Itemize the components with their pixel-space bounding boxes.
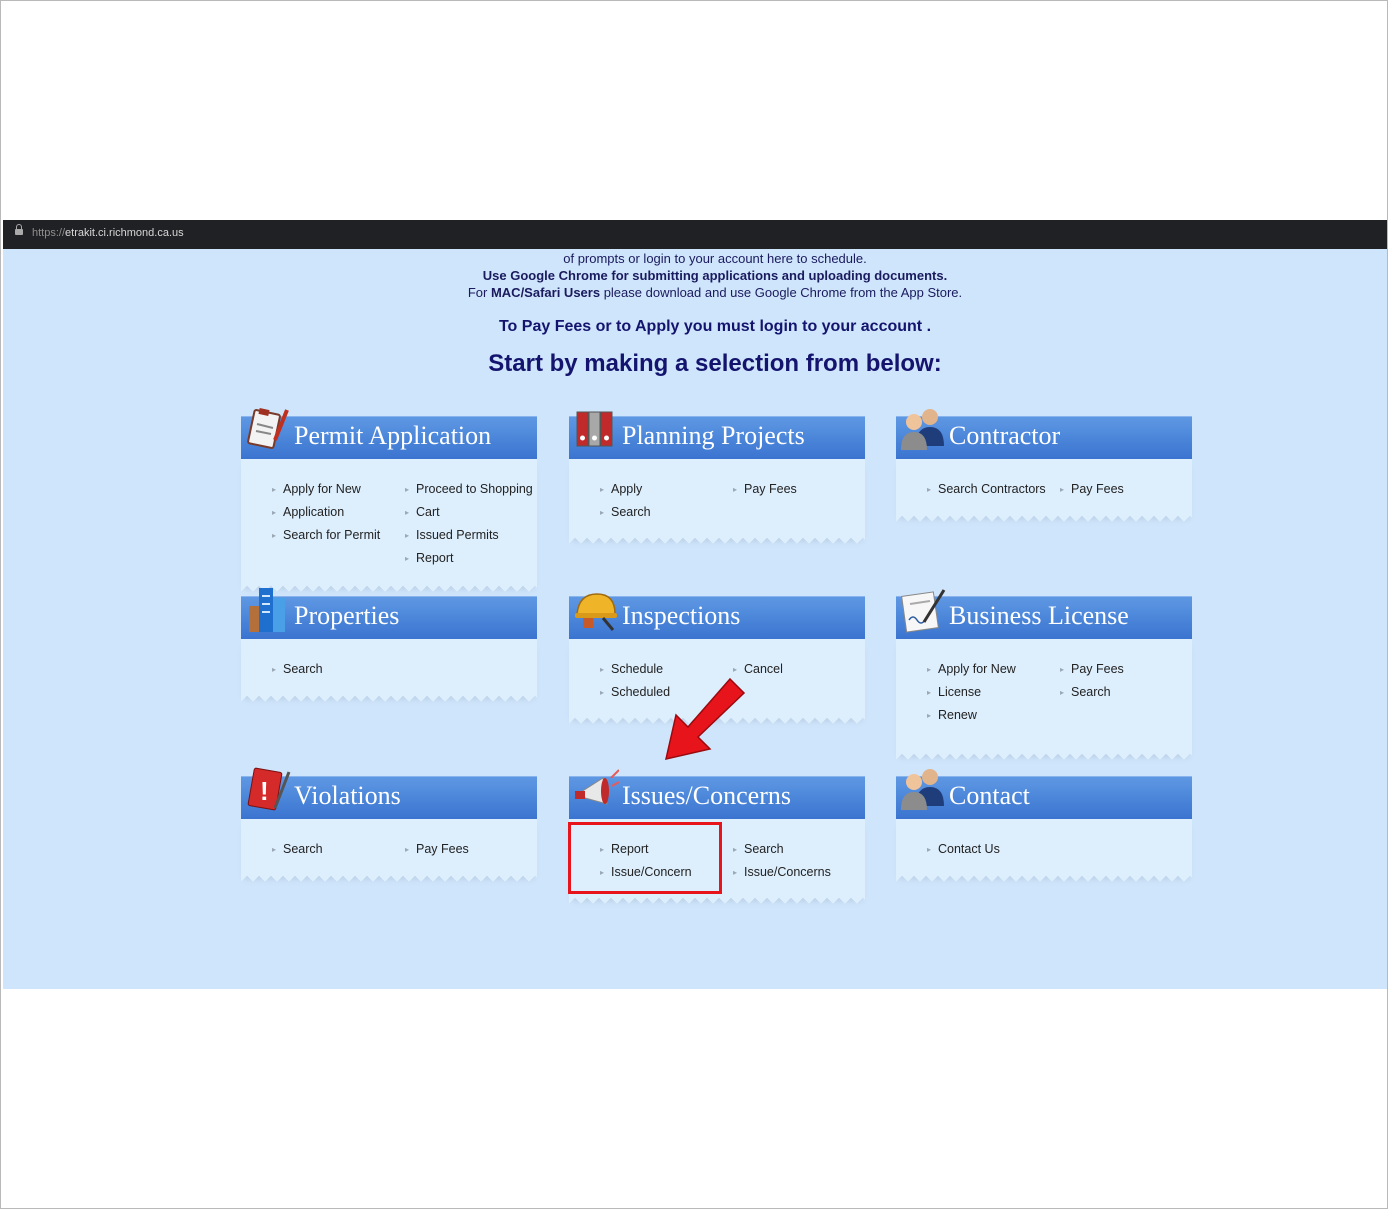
megaphone-icon xyxy=(575,769,619,805)
license-document-icon xyxy=(901,589,946,633)
address-url[interactable]: https://etrakit.ci.richmond.ca.us xyxy=(32,227,184,239)
pointer-arrow-icon xyxy=(665,677,746,760)
link-search-contractors[interactable]: Search Contractors xyxy=(927,478,1046,501)
link-renew[interactable]: Renew xyxy=(927,704,977,727)
link-proceed-shopping-cart-2[interactable]: Cart xyxy=(405,501,439,524)
link-apply-new-application[interactable]: Apply for New xyxy=(272,478,361,501)
link-pay-fees[interactable]: Pay Fees xyxy=(733,478,797,501)
browser-screenshot: https://etrakit.ci.richmond.ca.us of pro… xyxy=(3,220,1387,989)
notice-prefix: For xyxy=(467,285,491,300)
link-apply-new-application-2[interactable]: Application xyxy=(272,501,344,524)
link-search-issue-concerns[interactable]: Search xyxy=(733,838,784,861)
warning-notebook-icon: ! xyxy=(247,767,291,811)
card-title[interactable]: Properties xyxy=(294,601,399,631)
card-title[interactable]: Permit Application xyxy=(294,421,491,451)
card-title[interactable]: Inspections xyxy=(622,601,740,631)
people-icon xyxy=(901,769,944,810)
link-search-permit[interactable]: Search for Permit xyxy=(272,524,380,547)
hardhat-icon xyxy=(575,593,617,631)
lock-icon xyxy=(15,224,23,235)
link-search[interactable]: Search xyxy=(1060,681,1111,704)
link-issued-permits-report[interactable]: Issued Permits xyxy=(405,524,499,547)
url-scheme: https:// xyxy=(32,227,66,239)
page-headline: Start by making a selection from below: xyxy=(488,350,942,377)
notice-chrome: Use Google Chrome for submitting applica… xyxy=(482,268,948,283)
card-title[interactable]: Contact xyxy=(949,781,1030,811)
link-pay-fees[interactable]: Pay Fees xyxy=(1060,478,1124,501)
notice-bold: MAC/Safari Users xyxy=(490,285,601,300)
link-cancel[interactable]: Cancel xyxy=(733,658,783,681)
card-body: Apply for New Application Proceed to Sho… xyxy=(241,458,537,592)
highlight-box xyxy=(568,822,722,894)
link-search[interactable]: Search xyxy=(272,838,323,861)
login-message: To Pay Fees or to Apply you must login t… xyxy=(498,318,932,335)
buildings-icon xyxy=(249,588,285,632)
link-issued-permits-report-2[interactable]: Report xyxy=(405,547,453,570)
people-icon xyxy=(901,409,944,450)
link-search-issue-concerns-2[interactable]: Issue/Concerns xyxy=(733,861,831,884)
link-schedule[interactable]: Schedule xyxy=(600,658,663,681)
url-host: etrakit.ci.richmond.ca.us xyxy=(65,227,184,239)
link-search[interactable]: Search xyxy=(272,658,323,681)
link-proceed-shopping-cart[interactable]: Proceed to Shopping xyxy=(405,478,533,501)
link-pay-fees[interactable]: Pay Fees xyxy=(405,838,469,861)
card-title[interactable]: Violations xyxy=(294,781,401,811)
link-apply[interactable]: Apply xyxy=(600,478,642,501)
link-pay-fees[interactable]: Pay Fees xyxy=(1060,658,1124,681)
card-body: Apply Pay Fees Search xyxy=(569,458,865,544)
card-body: Search Pay Fees xyxy=(241,818,537,882)
card-body: Apply for New License Pay Fees Search Re… xyxy=(896,638,1192,760)
binders-icon xyxy=(576,411,613,447)
clipboard-icon xyxy=(247,408,289,449)
card-body: Contact Us xyxy=(896,818,1192,882)
notice-suffix: please download and use Google Chrome fr… xyxy=(600,285,963,300)
card-title[interactable]: Planning Projects xyxy=(622,421,805,451)
link-contact-us[interactable]: Contact Us xyxy=(927,838,1000,861)
card-title[interactable]: Contractor xyxy=(949,421,1060,451)
card-title[interactable]: Issues/Concerns xyxy=(622,781,791,811)
svg-text:!: ! xyxy=(260,776,269,806)
card-body: Search Contractors Pay Fees xyxy=(896,458,1192,522)
notice-schedule: of prompts or login to your account here… xyxy=(563,251,867,266)
card-title[interactable]: Business License xyxy=(949,601,1129,631)
link-apply-new-license[interactable]: Apply for New xyxy=(927,658,1016,681)
link-search[interactable]: Search xyxy=(600,501,651,524)
card-body: Search xyxy=(241,638,537,702)
address-bar[interactable]: https://etrakit.ci.richmond.ca.us xyxy=(3,220,1387,249)
notice-mac-safari: For MAC/Safari Users please download and… xyxy=(3,285,1387,300)
link-apply-new-license-2[interactable]: License xyxy=(927,681,981,704)
